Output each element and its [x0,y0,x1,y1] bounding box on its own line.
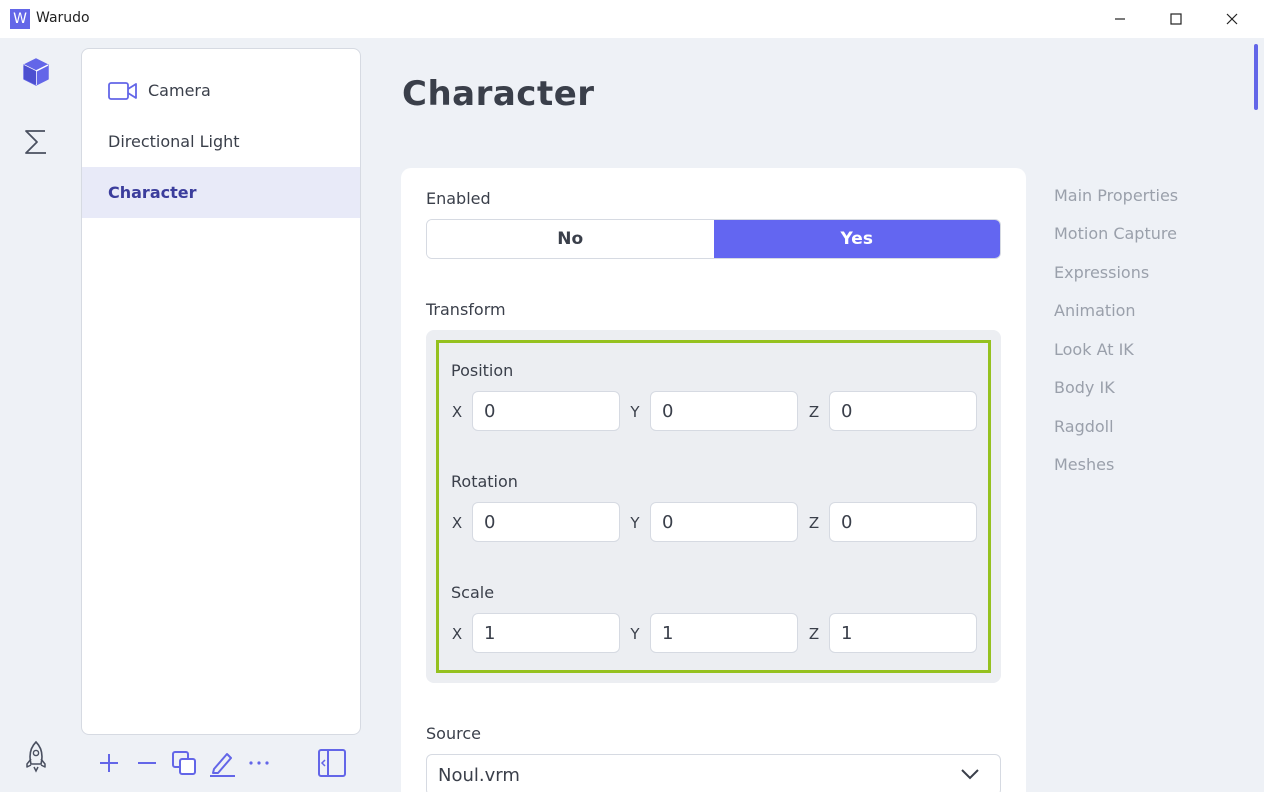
chevron-down-icon [961,769,979,780]
maximize-button[interactable] [1148,0,1204,38]
maximize-icon [1170,13,1182,25]
rotation-label: Rotation [451,472,518,491]
rotation-x-input[interactable]: 0 [472,502,620,542]
minimize-button[interactable] [1092,0,1148,38]
axis-z-label: Z [808,625,820,643]
edit-icon [210,753,235,777]
left-rail [0,38,72,792]
scale-y-input[interactable]: 1 [650,613,798,653]
nav-motion-capture[interactable]: Motion Capture [1054,224,1177,243]
scale-x-input[interactable]: 1 [472,613,620,653]
axis-x-label: X [451,625,463,643]
minimize-icon [1115,18,1125,20]
window-title: Warudo [36,10,90,26]
enabled-yes-option[interactable]: Yes [713,220,1000,258]
axis-y-label: Y [630,403,640,421]
collapse-panel-icon [318,749,346,777]
tree-item-directional-light[interactable]: Directional Light [82,116,360,167]
more-button[interactable] [244,746,274,780]
rename-button[interactable] [207,746,237,780]
position-label: Position [451,361,514,380]
enabled-label: Enabled [426,189,491,208]
rotation-z-input[interactable]: 0 [829,502,977,542]
close-button[interactable] [1204,0,1260,38]
axis-y-label: Y [630,514,640,532]
add-button[interactable] [94,746,124,780]
scene-tree-panel: Camera Directional Light Character [81,48,361,735]
rocket-icon [26,740,46,773]
scrollbar-thumb[interactable] [1254,44,1258,110]
position-y-input[interactable]: 0 [650,391,798,431]
close-icon [1226,13,1238,25]
tree-item-label: Directional Light [108,132,240,151]
source-label: Source [426,724,481,743]
cube-icon [23,58,49,86]
nav-ragdoll[interactable]: Ragdoll [1054,417,1114,436]
nav-animation[interactable]: Animation [1054,301,1136,320]
nav-look-at-ik[interactable]: Look At IK [1054,340,1134,359]
blueprints-button[interactable] [20,126,52,158]
app-logo: W [10,9,30,29]
axis-x-label: X [451,514,463,532]
plus-icon [100,754,118,772]
tree-item-character[interactable]: Character [82,167,360,218]
tree-item-label: Camera [148,81,211,100]
nav-body-ik[interactable]: Body IK [1054,378,1115,397]
title-bar: W Warudo [0,0,1264,38]
tree-toolbar [81,744,361,784]
position-x-input[interactable]: 0 [472,391,620,431]
sigma-icon [25,130,46,154]
axis-y-label: Y [630,625,640,643]
scene-button[interactable] [20,56,52,88]
enabled-toggle: No Yes [426,219,1001,259]
scale-label: Scale [451,583,495,602]
remove-button[interactable] [132,746,162,780]
source-dropdown[interactable]: Noul.vrm [426,754,1001,792]
scale-z-input[interactable]: 1 [829,613,977,653]
duplicate-button[interactable] [169,746,199,780]
minus-icon [138,762,156,764]
position-z-input[interactable]: 0 [829,391,977,431]
enabled-no-option[interactable]: No [427,220,714,258]
duplicate-icon [172,751,196,775]
source-value: Noul.vrm [438,764,520,786]
launch-button[interactable] [20,740,52,773]
nav-main-properties[interactable]: Main Properties [1054,186,1178,205]
tree-item-camera[interactable]: Camera [82,65,360,116]
rotation-y-input[interactable]: 0 [650,502,798,542]
more-icon [249,761,269,765]
nav-meshes[interactable]: Meshes [1054,455,1114,474]
nav-expressions[interactable]: Expressions [1054,263,1149,282]
page-title: Character [402,74,595,114]
axis-x-label: X [451,403,463,421]
tree-item-label: Character [108,183,197,202]
collapse-panel-button[interactable] [317,746,347,780]
video-camera-icon [108,81,138,101]
axis-z-label: Z [808,514,820,532]
transform-label: Transform [426,300,506,319]
axis-z-label: Z [808,403,820,421]
